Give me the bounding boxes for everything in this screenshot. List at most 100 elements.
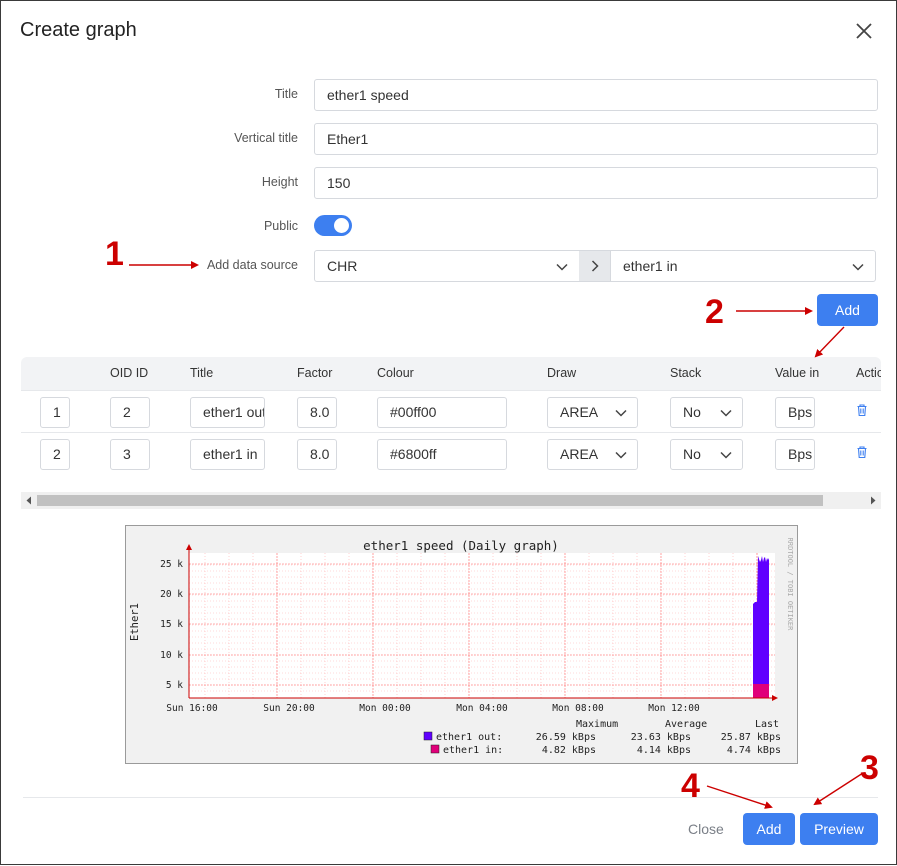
y-tick-labels: 25 k 20 k 15 k 10 k 5 k (160, 559, 183, 691)
x-tick: Mon 12:00 (648, 703, 700, 714)
x-tick: Mon 00:00 (359, 703, 411, 714)
chevron-down-icon (556, 263, 568, 271)
draw-select[interactable]: AREA (547, 439, 638, 470)
legend-header-average: Average (665, 719, 707, 730)
factor-input[interactable]: 8.0 (297, 439, 337, 470)
annotation-1: 1 (105, 235, 124, 273)
legend-avg-in: 4.14 kBps (637, 745, 691, 756)
colour-input[interactable]: #6800ff (377, 439, 507, 470)
factor-input[interactable]: 8.0 (297, 397, 337, 428)
y-tick: 5 k (166, 680, 183, 691)
add-graph-button[interactable]: Add (743, 813, 795, 845)
stack-select[interactable]: No (670, 439, 743, 470)
device-select-value: CHR (327, 258, 358, 274)
scroll-left-icon[interactable] (25, 496, 33, 505)
chevron-right-icon (579, 250, 611, 282)
trash-icon[interactable] (855, 403, 869, 417)
legend-swatch-in (430, 744, 440, 754)
legend-last-in: 4.74 kBps (727, 745, 781, 756)
preview-button[interactable]: Preview (800, 813, 878, 845)
legend-name-out: ether1 out: (436, 732, 502, 743)
draw-select-value: AREA (560, 404, 599, 420)
col-value-in: Value in (775, 366, 820, 380)
chevron-down-icon (615, 451, 627, 459)
graph-vertical-title: Ether1 (129, 603, 141, 641)
legend-name-in: ether1 in: (443, 745, 503, 756)
row-title-input[interactable]: ether1 in (190, 439, 265, 470)
oid-select[interactable]: ether1 in (610, 250, 876, 282)
footer-divider (23, 797, 878, 798)
vertical-title-label: Vertical title (234, 131, 298, 145)
public-toggle[interactable] (314, 215, 352, 236)
add-source-button[interactable]: Add (817, 294, 878, 326)
draw-select-value: AREA (560, 446, 599, 462)
stack-select-value: No (683, 446, 701, 462)
height-input[interactable]: 150 (314, 167, 878, 199)
series-in-area (753, 684, 769, 698)
legend-swatch-out (423, 731, 433, 741)
graph-side-label: RRDTOOL / TOBI OETIKER (786, 538, 794, 632)
device-select[interactable]: CHR (314, 250, 580, 282)
table-horizontal-scrollbar[interactable] (21, 492, 881, 509)
col-draw: Draw (547, 366, 577, 380)
x-tick: Sun 20:00 (263, 703, 315, 714)
annotation-3: 3 (860, 749, 879, 787)
scroll-right-icon[interactable] (869, 496, 877, 505)
chevron-down-icon (720, 409, 732, 417)
vertical-title-input[interactable]: Ether1 (314, 123, 878, 155)
value-in-input[interactable]: Bps (775, 439, 815, 470)
x-tick: Mon 04:00 (456, 703, 508, 714)
data-source-table: OID ID Title Factor Colour Draw Stack Va… (21, 357, 881, 472)
row-index-input[interactable]: 1 (40, 397, 70, 428)
y-tick: 25 k (160, 559, 183, 570)
chevron-down-icon (720, 451, 732, 459)
y-tick: 20 k (160, 589, 183, 600)
col-oid-id: OID ID (110, 366, 149, 380)
annotation-2: 2 (705, 293, 724, 331)
col-actions: Actions (856, 366, 881, 380)
col-stack: Stack (670, 366, 702, 380)
dialog-title: Create graph (20, 19, 137, 41)
colour-input[interactable]: #00ff00 (377, 397, 507, 428)
y-tick: 10 k (160, 650, 183, 661)
col-factor: Factor (297, 366, 333, 380)
chevron-down-icon (852, 263, 864, 271)
public-label: Public (263, 219, 298, 233)
toggle-knob (334, 218, 349, 233)
trash-icon[interactable] (855, 445, 869, 459)
legend-max-in: 4.82 kBps (542, 745, 596, 756)
title-input[interactable]: ether1 speed (314, 79, 878, 111)
stack-select[interactable]: No (670, 397, 743, 428)
col-title: Title (190, 366, 214, 380)
draw-select[interactable]: AREA (547, 397, 638, 428)
row-title-input[interactable]: ether1 out (190, 397, 265, 428)
title-label: Title (274, 87, 298, 101)
legend-header-last: Last (755, 719, 779, 730)
row-index-input[interactable]: 2 (40, 439, 70, 470)
create-graph-dialog: Create graph Title ether1 speed Vertical… (0, 0, 897, 865)
x-tick: Mon 08:00 (552, 703, 604, 714)
y-tick: 15 k (160, 619, 183, 630)
oid-select-value: ether1 in (623, 258, 678, 274)
oid-id-input[interactable]: 3 (110, 439, 150, 470)
legend-max-out: 26.59 kBps (536, 732, 596, 743)
legend-header-maximum: Maximum (576, 719, 618, 730)
table-header: OID ID Title Factor Colour Draw Stack Va… (21, 357, 881, 390)
stack-select-value: No (683, 404, 701, 420)
annotation-4: 4 (681, 767, 700, 805)
x-tick-labels: Sun 16:00 Sun 20:00 Mon 00:00 Mon 04:00 … (166, 703, 700, 714)
close-button[interactable]: Close (688, 821, 724, 837)
close-icon[interactable] (852, 19, 876, 43)
legend: Maximum Average Last ether1 out: 26.59 k… (423, 719, 781, 756)
scrollbar-thumb[interactable] (37, 495, 823, 506)
value-in-input[interactable]: Bps (775, 397, 815, 428)
oid-id-input[interactable]: 2 (110, 397, 150, 428)
height-label: Height (261, 175, 298, 189)
x-tick: Sun 16:00 (166, 703, 218, 714)
table-row: 1 2 ether1 out 8.0 #00ff00 AREA No Bps (21, 390, 881, 432)
legend-avg-out: 23.63 kBps (631, 732, 691, 743)
table-row: 2 3 ether1 in 8.0 #6800ff AREA No Bps (21, 432, 881, 472)
legend-last-out: 25.87 kBps (721, 732, 781, 743)
add-data-source-label: Add data source (206, 258, 298, 272)
graph-title: ether1 speed (Daily graph) (363, 538, 559, 553)
